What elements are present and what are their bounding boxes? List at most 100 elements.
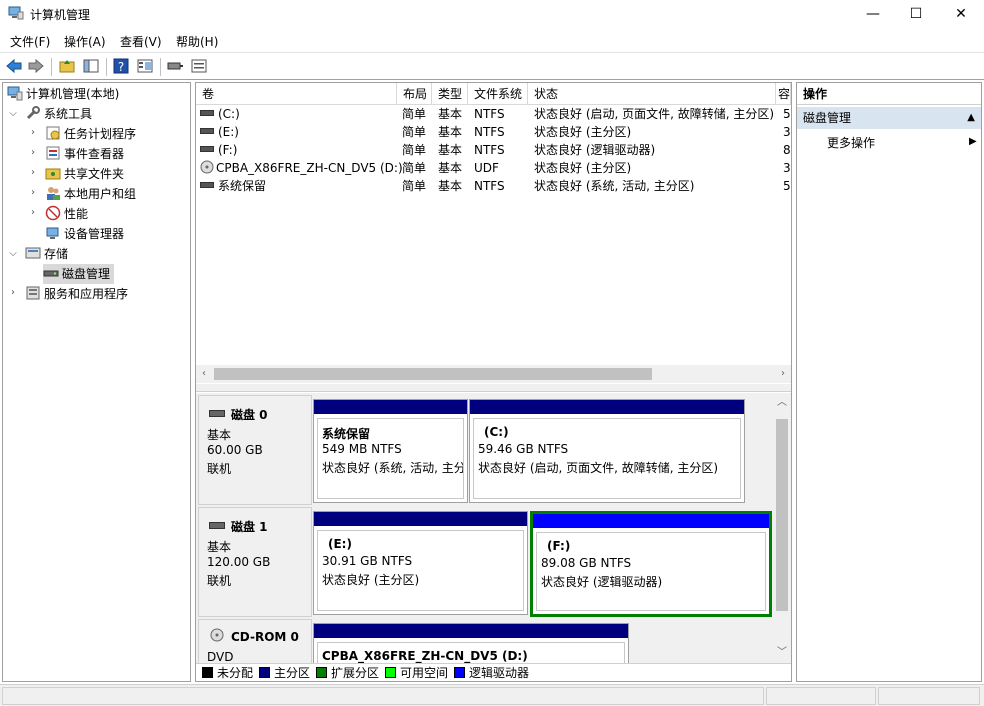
expand-chevron-icon[interactable]: › (27, 187, 39, 198)
column-status[interactable]: 状态 (528, 83, 776, 105)
tree-item-disk-management[interactable]: 磁盘管理 (43, 264, 115, 284)
toolbar: ? (0, 52, 984, 80)
tree-item-services-apps[interactable]: 服务和应用程序 (25, 284, 128, 304)
partition-title: (F:) (547, 539, 571, 553)
tree-label: 共享文件夹 (64, 167, 125, 181)
connect-icon[interactable] (166, 57, 184, 75)
settings-list-icon[interactable] (190, 57, 208, 75)
title-bar: 计算机管理 — ☐ ✕ (0, 0, 984, 28)
legend-label: 逻辑驱动器 (469, 666, 530, 680)
show-hide-tree-icon[interactable] (82, 57, 100, 75)
vertical-scrollbar[interactable]: ︿ ﹀ (773, 393, 791, 663)
more-actions-item[interactable]: 更多操作 (827, 133, 875, 153)
legend-label: 可用空间 (400, 666, 449, 680)
volume-type: 基本 (438, 161, 463, 175)
menu-action[interactable]: 操作(A) (64, 33, 106, 50)
disk-size: 60.00 GB (207, 443, 263, 457)
computer-management-icon (8, 6, 24, 20)
shared-folder-icon (45, 168, 61, 180)
volume-status: 状态良好 (系统, 活动, 主分区) (534, 179, 695, 193)
tree-item-local-users[interactable]: 本地用户和组 (45, 184, 136, 204)
status-cell (2, 687, 764, 705)
tree-label: 计算机管理(本地) (26, 87, 120, 101)
scroll-up-icon[interactable]: ︿ (773, 395, 791, 411)
volume-layout: 简单 (402, 161, 427, 175)
collapse-chevron-icon[interactable]: ⌵ (7, 108, 19, 119)
expand-chevron-icon[interactable]: › (27, 147, 39, 158)
tree-label: 本地用户和组 (64, 187, 137, 201)
expand-chevron-icon[interactable]: › (7, 287, 19, 298)
legend-label: 扩展分区 (331, 666, 380, 680)
tree-label: 设备管理器 (64, 227, 125, 241)
volume-row[interactable]: 系统保留 简单 基本 NTFS 状态良好 (系统, 活动, 主分区) 5 (196, 177, 791, 195)
submenu-arrow-icon[interactable]: ▶ (969, 136, 977, 147)
actions-section-label: 磁盘管理 (803, 111, 852, 125)
partition-size: 549 MB NTFS (322, 442, 402, 456)
volume-row[interactable]: (F:) 简单 基本 NTFS 状态良好 (逻辑驱动器) 8 (196, 141, 791, 159)
volume-status: 状态良好 (主分区) (534, 161, 632, 175)
partition-e[interactable]: (E:) 30.91 GB NTFS 状态良好 (主分区) (313, 511, 528, 615)
partition-f[interactable]: (F:) 89.08 GB NTFS 状态良好 (逻辑驱动器) (530, 511, 772, 617)
tree-item-task-scheduler[interactable]: 任务计划程序 (45, 124, 136, 144)
tree-item-system-tools[interactable]: 系统工具 (25, 104, 92, 124)
help-icon[interactable]: ? (112, 57, 130, 75)
expand-chevron-icon[interactable]: › (27, 207, 39, 218)
scroll-down-icon[interactable]: ﹀ (773, 645, 791, 661)
primary-partition-bar (470, 400, 744, 414)
tree-label: 性能 (64, 207, 89, 221)
properties-pane-icon[interactable] (136, 57, 154, 75)
volume-row[interactable]: CPBA_X86FRE_ZH-CN_DV5 (D:) 简单 基本 UDF 状态良… (196, 159, 791, 177)
collapse-triangle-icon[interactable]: ▲ (967, 107, 975, 129)
expand-chevron-icon[interactable]: › (27, 127, 39, 138)
expand-chevron-icon[interactable]: › (27, 167, 39, 178)
partition-title: (E:) (328, 537, 352, 551)
disk-state: 联机 (207, 574, 232, 588)
up-folder-icon[interactable] (58, 57, 76, 75)
column-layout[interactable]: 布局 (397, 83, 432, 105)
disk-1-label[interactable]: 磁盘 1 基本 120.00 GB 联机 (198, 507, 312, 617)
maximize-button[interactable]: ☐ (893, 0, 939, 28)
scroll-right-icon[interactable]: › (775, 365, 791, 383)
navigation-tree: 计算机管理(本地) ⌵ 系统工具 › 任务计划程序 › 事件查看器 › 共享文件… (2, 82, 191, 682)
tree-item-performance[interactable]: 性能 (45, 204, 88, 224)
legend-swatch-free-space (385, 667, 396, 678)
column-capacity[interactable]: 容 (776, 83, 791, 105)
collapse-chevron-icon[interactable]: ⌵ (7, 248, 19, 259)
partition-c[interactable]: (C:) 59.46 GB NTFS 状态良好 (启动, 页面文件, 故障转储,… (469, 399, 745, 503)
partition-system-reserved[interactable]: 系统保留 549 MB NTFS 状态良好 (系统, 活动, 主分 (313, 399, 468, 503)
menu-file[interactable]: 文件(F) (10, 33, 50, 50)
volume-status: 状态良好 (启动, 页面文件, 故障转储, 主分区) (534, 107, 775, 121)
column-filesystem[interactable]: 文件系统 (468, 83, 528, 105)
column-type[interactable]: 类型 (432, 83, 468, 105)
scrollbar-thumb[interactable] (214, 368, 652, 380)
tree-item-computer-management[interactable]: 计算机管理(本地) (7, 84, 119, 104)
close-button[interactable]: ✕ (938, 0, 984, 28)
partition-body: (C:) 59.46 GB NTFS 状态良好 (启动, 页面文件, 故障转储,… (473, 418, 741, 499)
menu-view[interactable]: 查看(V) (120, 33, 162, 50)
cd-drive-icon (200, 160, 214, 174)
drive-icon (200, 146, 214, 152)
disk-kind: 基本 (207, 428, 232, 442)
actions-section-disk-management[interactable]: 磁盘管理 ▲ (797, 107, 981, 129)
forward-arrow-icon[interactable] (27, 57, 45, 75)
disk-management-pane: 卷 布局 类型 文件系统 状态 容 (C:) 简单 基本 NTFS 状态良好 (… (195, 82, 792, 682)
tree-item-storage[interactable]: 存储 (25, 244, 68, 264)
services-icon (26, 286, 40, 300)
disk-0-label[interactable]: 磁盘 0 基本 60.00 GB 联机 (198, 395, 312, 505)
scroll-left-icon[interactable]: ‹ (196, 365, 212, 383)
partition-body: 系统保留 549 MB NTFS 状态良好 (系统, 活动, 主分 (317, 418, 464, 499)
volume-layout: 简单 (402, 143, 427, 157)
volume-row[interactable]: (E:) 简单 基本 NTFS 状态良好 (主分区) 3 (196, 123, 791, 141)
minimize-button[interactable]: — (850, 0, 896, 28)
column-volume[interactable]: 卷 (196, 83, 397, 105)
volume-row[interactable]: (C:) 简单 基本 NTFS 状态良好 (启动, 页面文件, 故障转储, 主分… (196, 105, 791, 123)
back-arrow-icon[interactable] (5, 57, 23, 75)
tree-item-device-manager[interactable]: 设备管理器 (45, 224, 124, 244)
partition-status: 状态良好 (系统, 活动, 主分 (322, 461, 464, 475)
pane-splitter[interactable] (196, 384, 791, 392)
tree-item-event-viewer[interactable]: 事件查看器 (45, 144, 124, 164)
menu-help[interactable]: 帮助(H) (176, 33, 218, 50)
horizontal-scrollbar[interactable]: ‹ › (196, 365, 791, 383)
scrollbar-thumb[interactable] (776, 419, 788, 611)
tree-item-shared-folders[interactable]: 共享文件夹 (45, 164, 124, 184)
